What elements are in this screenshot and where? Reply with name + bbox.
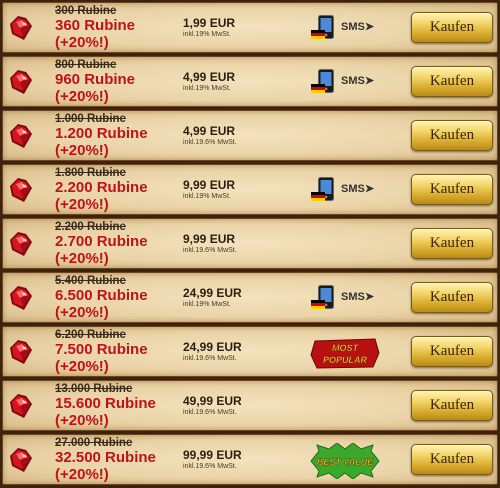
price: 99,99 EUR [183,448,242,462]
offer-row-8: 13.000 Rubine 15.600 Rubine (+20%!) 49,9… [2,380,498,431]
sms-label: SMS➤ [341,183,375,195]
new-amount: 32.500 Rubine [55,449,156,466]
price: 24,99 EUR [183,340,242,354]
old-amount: 27.000 Rubine [55,437,133,449]
bonus-label: (+20%!) [55,466,109,483]
ruby-gem-icon [10,286,32,310]
sms-payment-option[interactable]: SMS➤ [308,67,378,97]
price: 49,99 EUR [183,394,242,408]
old-amount: 300 Rubine [55,5,117,17]
sms-label: SMS➤ [341,291,375,303]
sms-payment-option[interactable]: SMS➤ [308,283,378,313]
tax-note: inkl.19% MwSt. [183,85,231,92]
ruby-gem-icon [10,16,32,40]
old-amount: 13.000 Rubine [55,383,133,395]
sms-payment-option[interactable]: SMS➤ [308,175,378,205]
price: 1,99 EUR [183,16,236,30]
ruby-gem-icon [10,70,32,94]
bonus-label: (+20%!) [55,88,109,105]
german-flag-icon [311,30,325,39]
tax-note: inkl.19% MwSt. [183,301,231,308]
bonus-label: (+20%!) [55,412,109,429]
buy-button[interactable]: Kaufen [411,336,493,367]
svg-text:MOST: MOST [332,343,360,353]
tax-note: inkl.19.6% MwSt. [183,139,237,146]
tax-note: inkl.19.6% MwSt. [183,463,237,470]
offer-row-2: 800 Rubine 960 Rubine (+20%!) 4,99 EUR i… [2,56,498,107]
old-amount: 1.000 Rubine [55,113,126,125]
new-amount: 6.500 Rubine [55,287,148,304]
old-amount: 5.400 Rubine [55,275,126,287]
svg-text:POPULAR: POPULAR [323,355,368,365]
bonus-label: (+20%!) [55,250,109,267]
ruby-gem-icon [10,448,32,472]
price: 9,99 EUR [183,232,236,246]
sms-label: SMS➤ [341,21,375,33]
german-flag-icon [311,84,325,93]
bonus-label: (+20%!) [55,142,109,159]
svg-text:BEST VALUE: BEST VALUE [317,457,374,467]
buy-button[interactable]: Kaufen [411,12,493,43]
offer-row-6: 5.400 Rubine 6.500 Rubine (+20%!) 24,99 … [2,272,498,323]
sms-payment-option[interactable]: SMS➤ [308,13,378,43]
ruby-gem-icon [10,394,32,418]
buy-button[interactable]: Kaufen [411,390,493,421]
offer-row-5: 2.200 Rubine 2.700 Rubine (+20%!) 9,99 E… [2,218,498,269]
buy-button[interactable]: Kaufen [411,66,493,97]
new-amount: 2.700 Rubine [55,233,148,250]
price: 4,99 EUR [183,70,236,84]
ruby-gem-icon [10,232,32,256]
tax-note: inkl.19.6% MwSt. [183,247,237,254]
german-flag-icon [311,192,325,201]
old-amount: 6.200 Rubine [55,329,126,341]
offer-list: 300 Rubine 360 Rubine (+20%!) 1,99 EUR i… [0,0,500,488]
new-amount: 2.200 Rubine [55,179,148,196]
bonus-label: (+20%!) [55,196,109,213]
offer-row-1: 300 Rubine 360 Rubine (+20%!) 1,99 EUR i… [2,2,498,53]
buy-button[interactable]: Kaufen [411,282,493,313]
buy-button[interactable]: Kaufen [411,120,493,151]
ruby-gem-icon [10,340,32,364]
tax-note: inkl.19.6% MwSt. [183,355,237,362]
buy-button[interactable]: Kaufen [411,174,493,205]
price: 24,99 EUR [183,286,242,300]
new-amount: 360 Rubine [55,17,136,34]
offer-row-7: 6.200 Rubine 7.500 Rubine (+20%!) 24,99 … [2,326,498,377]
offer-row-4: 1.800 Rubine 2.200 Rubine (+20%!) 9,99 E… [2,164,498,215]
new-amount: 1.200 Rubine [55,125,148,142]
bonus-label: (+20%!) [55,34,109,51]
new-amount: 15.600 Rubine [55,395,156,412]
new-amount: 7.500 Rubine [55,341,148,358]
most-popular-badge: MOST POPULAR [310,338,380,369]
bonus-label: (+20%!) [55,304,109,321]
tax-note: inkl.19% MwSt. [183,193,231,200]
old-amount: 1.800 Rubine [55,167,126,179]
ruby-gem-icon [10,124,32,148]
old-amount: 2.200 Rubine [55,221,126,233]
price: 9,99 EUR [183,178,236,192]
price: 4,99 EUR [183,124,236,138]
best-value-badge: BEST VALUE [310,443,380,479]
sms-label: SMS➤ [341,75,375,87]
tax-note: inkl.19.6% MwSt. [183,409,237,416]
offer-row-3: 1.000 Rubine 1.200 Rubine (+20%!) 4,99 E… [2,110,498,161]
offer-row-9: 27.000 Rubine 32.500 Rubine (+20%!) 99,9… [2,434,498,485]
ruby-gem-icon [10,178,32,202]
old-amount: 800 Rubine [55,59,117,71]
new-amount: 960 Rubine [55,71,136,88]
buy-button[interactable]: Kaufen [411,228,493,259]
buy-button[interactable]: Kaufen [411,444,493,475]
tax-note: inkl.19% MwSt. [183,31,231,38]
bonus-label: (+20%!) [55,358,109,375]
german-flag-icon [311,300,325,309]
